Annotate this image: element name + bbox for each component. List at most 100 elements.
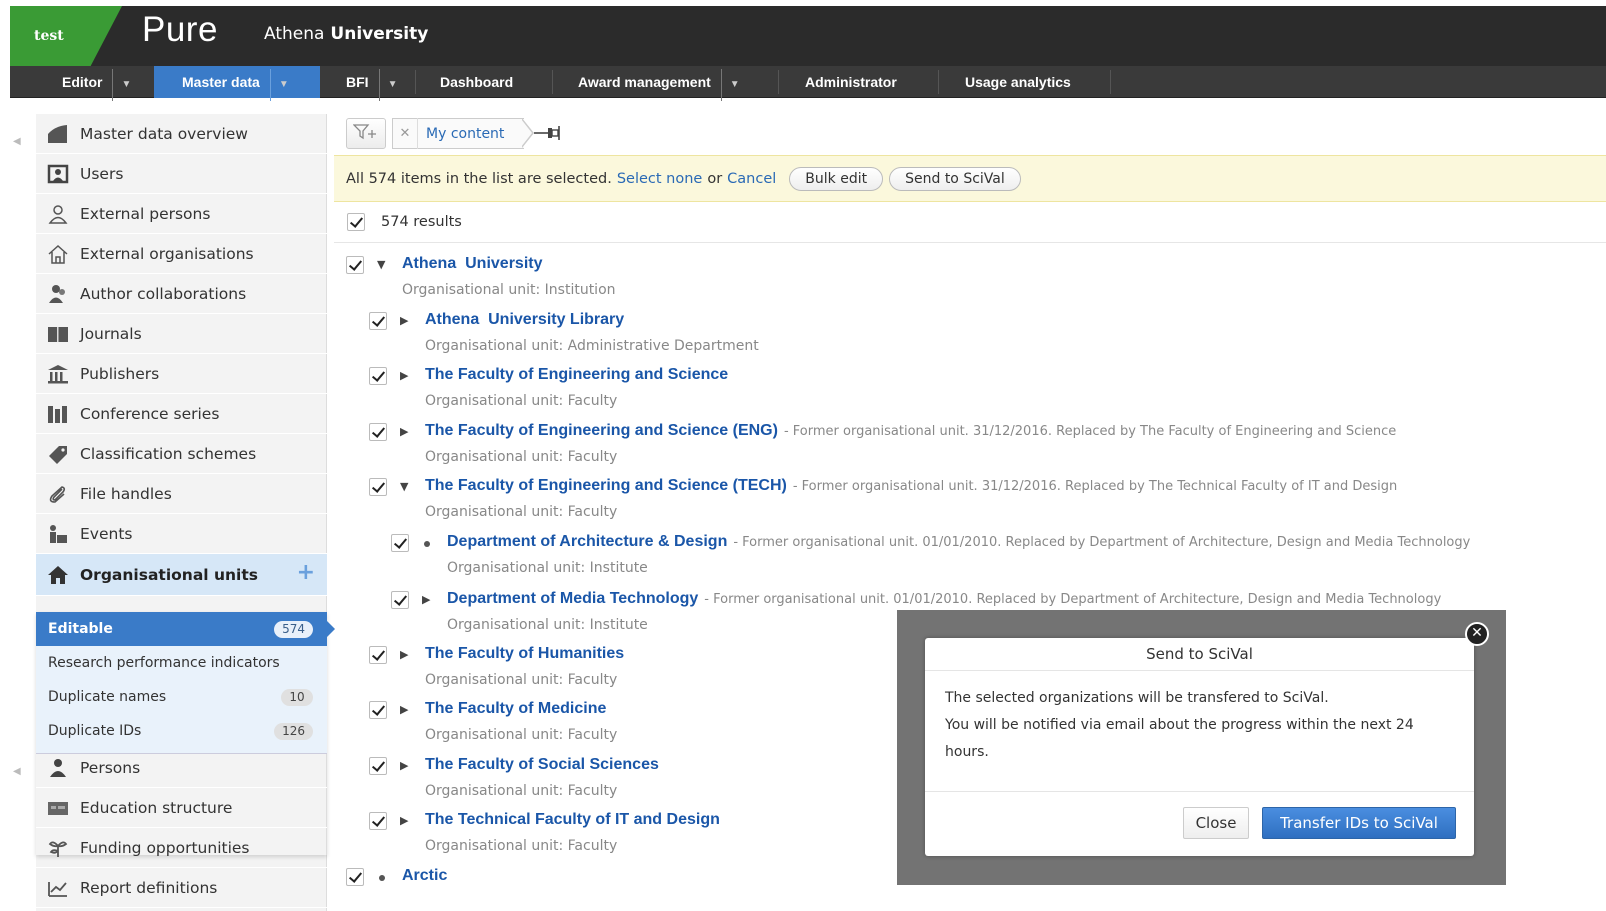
- org-unit-link[interactable]: The Faculty of Engineering and Science (…: [425, 477, 787, 494]
- nav-dashboard[interactable]: Dashboard: [430, 66, 523, 98]
- sidebar-item-classification-schemes[interactable]: Classification schemes: [36, 434, 327, 474]
- institution-first: Athena: [264, 24, 325, 44]
- sidebar-item-education-structure[interactable]: Education structure: [36, 788, 327, 828]
- sidebar-item-users[interactable]: Users: [36, 154, 327, 194]
- submenu-item-duplicate-names[interactable]: Duplicate names 10: [36, 680, 327, 714]
- select-all-checkbox[interactable]: [347, 213, 365, 231]
- sidebar-item-label: Author collaborations: [80, 284, 247, 303]
- org-unit-link[interactable]: Athena University: [402, 255, 542, 272]
- send-to-scival-button[interactable]: Send to SciVal: [889, 166, 1021, 191]
- row-checkbox[interactable]: [369, 367, 387, 385]
- org-unit-link[interactable]: The Faculty of Engineering and Science (…: [425, 422, 778, 439]
- nav-award-management-dropdown-icon[interactable]: ▼: [720, 69, 740, 101]
- row-checkbox[interactable]: [346, 868, 364, 886]
- sidebar-item-persons[interactable]: Persons: [36, 748, 327, 788]
- sidebar-item-conference-series[interactable]: Conference series: [36, 394, 327, 434]
- expand-toggle-icon[interactable]: ▶: [400, 759, 408, 772]
- sidebar-item-label: Classification schemes: [80, 444, 257, 463]
- transfer-ids-button[interactable]: Transfer IDs to SciVal: [1262, 807, 1456, 839]
- filter-chip-my-content[interactable]: ✕ My content: [392, 118, 524, 149]
- sidebar-item-master-data-overview[interactable]: Master data overview: [36, 114, 327, 154]
- org-unit-type: Organisational unit: Faculty: [425, 393, 618, 409]
- collapse-sidebar-icon[interactable]: ◀: [13, 136, 21, 147]
- nav-award-management[interactable]: Award management ▼: [568, 66, 750, 101]
- former-unit-note: - Former organisational unit. 01/01/2010…: [733, 535, 1471, 550]
- sidebar-item-label: Publishers: [80, 364, 160, 383]
- row-checkbox[interactable]: [369, 757, 387, 775]
- expand-toggle-icon[interactable]: ▶: [400, 425, 408, 438]
- close-icon[interactable]: ✕: [393, 118, 418, 149]
- expand-toggle-icon[interactable]: ▶: [400, 648, 408, 661]
- sidebar-item-external-persons[interactable]: External persons: [36, 194, 327, 234]
- org-unit-link[interactable]: The Faculty of Humanities: [425, 645, 624, 662]
- expand-toggle-icon[interactable]: ▶: [400, 703, 408, 716]
- dialog-message: You will be notified via email about the…: [945, 717, 1414, 760]
- org-unit-link[interactable]: The Technical Faculty of IT and Design: [425, 811, 720, 828]
- select-none-link[interactable]: Select none: [617, 171, 703, 187]
- nav-bfi-dropdown-icon[interactable]: ▼: [378, 69, 397, 101]
- journal-icon: [46, 323, 70, 345]
- org-unit-link[interactable]: The Faculty of Engineering and Science: [425, 366, 728, 383]
- row-checkbox[interactable]: [391, 591, 409, 609]
- expand-toggle-icon[interactable]: ▶: [400, 369, 408, 382]
- sidebar-item-report-definitions[interactable]: Report definitions: [36, 868, 327, 908]
- org-unit-type: Organisational unit: Faculty: [425, 838, 618, 854]
- sidebar-item-author-collaborations[interactable]: Author collaborations: [36, 274, 327, 314]
- collapse-sidebar-icon[interactable]: ◀: [13, 766, 21, 777]
- sidebar-item-events[interactable]: Events: [36, 514, 327, 554]
- org-unit-link[interactable]: The Faculty of Social Sciences: [425, 756, 659, 773]
- nav-bfi[interactable]: BFI ▼: [336, 66, 407, 101]
- submenu-item-label: Editable: [48, 621, 113, 637]
- nav-editor[interactable]: Editor ▼: [52, 66, 141, 101]
- nav-divider: [415, 70, 416, 94]
- nav-administrator[interactable]: Administrator: [795, 66, 907, 98]
- sidebar-item-publishers[interactable]: Publishers: [36, 354, 327, 394]
- org-unit-link[interactable]: Department of Media Technology: [447, 590, 698, 607]
- row-checkbox[interactable]: [369, 423, 387, 441]
- row-checkbox[interactable]: [369, 478, 387, 496]
- nav-master-data-dropdown-icon[interactable]: ▼: [269, 69, 289, 101]
- org-unit-link[interactable]: Arctic: [402, 867, 447, 884]
- cancel-link[interactable]: Cancel: [727, 171, 776, 187]
- row-checkbox[interactable]: [369, 646, 387, 664]
- sidebar-item-journals[interactable]: Journals: [36, 314, 327, 354]
- sidebar-item-external-organisations[interactable]: External organisations: [36, 234, 327, 274]
- nav-bfi-label: BFI: [346, 74, 369, 90]
- row-checkbox[interactable]: [369, 701, 387, 719]
- brand-logo[interactable]: Pure: [142, 10, 218, 50]
- bulk-edit-button[interactable]: Bulk edit: [789, 166, 884, 191]
- org-unit-title: The Faculty of Engineering and Science (…: [425, 422, 1396, 440]
- close-dialog-icon[interactable]: ✕: [1465, 622, 1489, 646]
- sidebar-item-organisational-units[interactable]: Organisational units +: [36, 554, 327, 596]
- count-badge: 10: [281, 689, 313, 706]
- org-unit-title: Department of Media Technology - Former o…: [447, 590, 1441, 608]
- org-unit-link[interactable]: Department of Architecture & Design: [447, 533, 727, 550]
- submenu-item-label: Research performance indicators: [48, 655, 280, 671]
- sidebar-item-funding-opportunities[interactable]: Funding opportunities: [36, 828, 327, 868]
- org-unit-title: Athena University Library: [425, 311, 624, 329]
- add-filter-button[interactable]: [346, 118, 386, 149]
- row-checkbox[interactable]: [369, 312, 387, 330]
- expand-toggle-icon[interactable]: ▶: [400, 314, 408, 327]
- row-checkbox[interactable]: [391, 534, 409, 552]
- org-unit-type: Organisational unit: Institute: [447, 617, 648, 633]
- sidebar-item-file-handles[interactable]: File handles: [36, 474, 327, 514]
- submenu-item-research-performance-indicators[interactable]: Research performance indicators: [36, 646, 327, 680]
- collapse-toggle-icon[interactable]: ▼: [377, 258, 385, 271]
- row-checkbox[interactable]: [369, 812, 387, 830]
- collapse-toggle-icon[interactable]: ▼: [400, 480, 408, 493]
- nav-editor-dropdown-icon[interactable]: ▼: [112, 69, 131, 101]
- pin-icon[interactable]: [534, 124, 562, 146]
- nav-usage-analytics[interactable]: Usage analytics: [955, 66, 1081, 98]
- add-organisational-unit-icon[interactable]: +: [297, 562, 315, 584]
- submenu-item-editable[interactable]: Editable 574: [36, 612, 335, 646]
- close-button[interactable]: Close: [1183, 807, 1249, 839]
- expand-toggle-icon[interactable]: ▶: [422, 593, 430, 606]
- sidebar-item-label: Events: [80, 524, 133, 543]
- nav-master-data[interactable]: Master data ▼: [154, 66, 320, 101]
- sidebar-item-label: Journals: [80, 324, 142, 343]
- expand-toggle-icon[interactable]: ▶: [400, 814, 408, 827]
- org-unit-link[interactable]: Athena University Library: [425, 311, 624, 328]
- org-unit-link[interactable]: The Faculty of Medicine: [425, 700, 606, 717]
- row-checkbox[interactable]: [346, 256, 364, 274]
